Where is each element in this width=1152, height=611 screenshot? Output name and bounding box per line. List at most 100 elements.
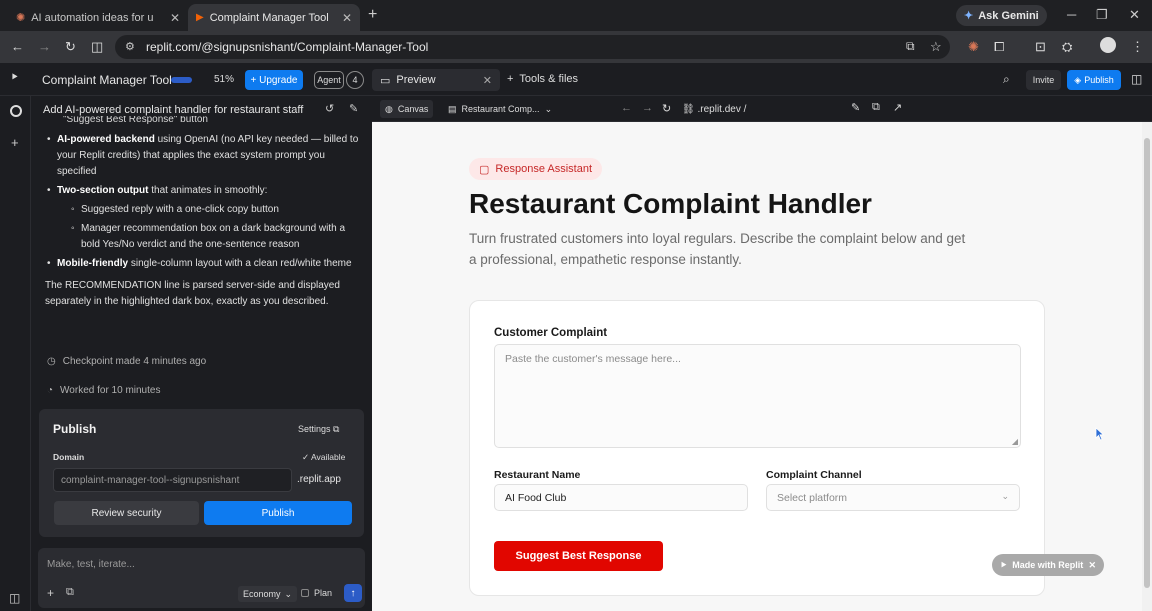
agent-task-title: Add AI-powered complaint handler for res… [43, 104, 304, 116]
forward-icon[interactable]: → [38, 39, 51, 54]
canvas-button[interactable]: ◍ Canvas [380, 100, 434, 118]
list-item: AI-powered backend using OpenAI (no API … [45, 132, 360, 180]
sidebar-toggle-icon[interactable]: ◫ [1131, 72, 1142, 86]
chevron-down-icon: ⌄ [544, 103, 553, 114]
history-icon[interactable]: ↺ [325, 102, 334, 115]
pill-label: Response Assistant [495, 163, 593, 175]
ask-gemini-button[interactable]: ✦ Ask Gemini [956, 5, 1047, 26]
preview-scrollbar[interactable] [1142, 122, 1152, 611]
bookmark-star-icon[interactable]: ☆ [930, 39, 942, 55]
agent-radio-icon[interactable] [10, 105, 22, 117]
add-icon[interactable]: + [11, 135, 19, 150]
domain-input[interactable]: complaint-manager-tool--signupsnishant [53, 468, 292, 492]
extensions-icon[interactable]: ⧠ [994, 39, 1004, 55]
agent-input[interactable]: Make, test, iterate... + ⧉ Economy ⌄ Pla… [38, 548, 365, 608]
back-icon[interactable]: ← [11, 39, 24, 54]
panel-toggle-icon[interactable]: ◫ [9, 591, 20, 605]
publish-header-button[interactable]: ◈ Publish [1067, 70, 1121, 90]
open-new-tab-icon[interactable]: ↗ [893, 101, 902, 114]
channel-label: Complaint Channel [766, 469, 862, 481]
mode-label: Economy [243, 589, 281, 599]
project-title[interactable]: Complaint Manager Tool [42, 73, 172, 87]
domain-suffix: .replit.app [297, 474, 341, 485]
search-icon[interactable]: ⌕ [1003, 72, 1010, 87]
agent-count-badge: 4 [346, 71, 364, 89]
complaint-textarea[interactable]: Paste the customer's message here... ◢ [494, 344, 1021, 448]
split-view-icon[interactable]: ◫ [91, 39, 103, 55]
agent-message: "Suggest Best Response" button AI-powere… [45, 116, 360, 310]
agent-badge[interactable]: Agent [314, 71, 344, 89]
attach-plus-icon[interactable]: + [47, 586, 54, 600]
canvas-toolbar: ◍ Canvas ▤ Restaurant Comp... ⌄ ← → ↻ ⛓ … [372, 96, 1152, 122]
publish-card: Publish Settings ⧉ Domain ✓ Available co… [39, 409, 364, 537]
clock-icon: ◷ [47, 356, 56, 367]
minimize-icon[interactable]: ─ [1067, 7, 1076, 22]
preview-url[interactable]: ⛓ .replit.dev / [682, 104, 746, 115]
plan-toggle[interactable]: Plan [301, 588, 332, 598]
suggest-response-button[interactable]: Suggest Best Response [494, 541, 663, 571]
agent-input-placeholder: Make, test, iterate... [47, 559, 135, 570]
wrench-icon[interactable]: ✎ [851, 101, 860, 114]
menu-kebab-icon[interactable]: ⋮ [1131, 39, 1144, 55]
response-assistant-pill: ▢ Response Assistant [469, 158, 603, 180]
worked-row[interactable]: ◔ Worked for 10 minutes [47, 385, 160, 396]
close-icon[interactable]: ✕ [1088, 560, 1096, 571]
cast-icon[interactable]: ⧉ [906, 39, 915, 54]
tab-title: Complaint Manager Tool - Repli [209, 11, 332, 24]
checkpoint-row[interactable]: ◷ Checkpoint made 4 minutes ago [47, 356, 206, 367]
made-with-label: Made with Replit [1012, 560, 1084, 570]
review-security-button[interactable]: Review security [54, 501, 199, 525]
reload-icon[interactable]: ↻ [662, 102, 671, 115]
address-bar-row: ← → ↻ ◫ ⚙ replit.com/@signupsnishant/Com… [0, 31, 1152, 63]
close-icon[interactable]: ✕ [170, 11, 180, 25]
maximize-icon[interactable]: ❐ [1096, 7, 1108, 23]
tab-preview[interactable]: ▭ Preview ✕ [372, 69, 500, 91]
site-settings-icon[interactable]: ⚙ [125, 40, 135, 53]
settings-label: Settings [298, 424, 331, 434]
page-subtitle: Turn frustrated customers into loyal reg… [469, 231, 966, 267]
plan-checkbox[interactable] [301, 589, 309, 597]
monitor-icon: ▭ [380, 74, 391, 87]
browser-tab[interactable]: ✺ AI automation ideas for underst ✕ [8, 4, 188, 31]
made-with-replit-badge[interactable]: ⯈ Made with Replit ✕ [992, 554, 1104, 576]
settings-link[interactable]: Settings ⧉ [298, 424, 339, 435]
app-preview: ▢ Response Assistant Restaurant Complain… [372, 122, 1142, 611]
chat-bubble-icon: ▢ [479, 163, 490, 176]
plan-label: Plan [314, 588, 333, 598]
canvas-label: Canvas [397, 104, 429, 114]
app-selector[interactable]: ▤ Restaurant Comp... ⌄ [443, 100, 557, 118]
tools-label: Tools & files [519, 73, 579, 85]
browser-tab-active[interactable]: ▶ Complaint Manager Tool - Repli ✕ [188, 4, 360, 31]
close-icon[interactable]: ✕ [483, 74, 492, 87]
channel-select[interactable]: Select platform ⌄ [766, 484, 1020, 511]
new-tab-icon[interactable]: + [368, 6, 377, 24]
publish-button[interactable]: Publish [204, 501, 352, 525]
tab-search-icon[interactable]: ⊡ [1035, 39, 1046, 55]
profile-avatar[interactable] [1100, 37, 1116, 53]
tools-files-button[interactable]: + Tools & files [507, 73, 578, 85]
window-close-icon[interactable]: ✕ [1129, 7, 1140, 23]
omnibox[interactable]: ⚙ replit.com/@signupsnishant/Complaint-M… [115, 35, 950, 59]
mode-select[interactable]: Economy ⌄ [238, 586, 298, 602]
forward-icon[interactable]: → [642, 102, 653, 114]
upgrade-button[interactable]: + Upgrade [245, 70, 303, 90]
new-chat-icon[interactable]: ✎ [349, 102, 358, 115]
restaurant-name-label: Restaurant Name [494, 469, 581, 481]
close-icon[interactable]: ✕ [342, 11, 352, 25]
truncated-line: "Suggest Best Response" button [63, 116, 208, 125]
claude-extension-icon[interactable]: ✺ [968, 39, 979, 55]
complaint-placeholder: Paste the customer's message here... [505, 353, 681, 365]
back-icon[interactable]: ← [621, 102, 632, 114]
send-button[interactable]: ↑ [344, 584, 362, 602]
page-title: Restaurant Complaint Handler [469, 188, 872, 219]
restaurant-name-input[interactable]: AI Food Club [494, 484, 748, 511]
reload-icon[interactable]: ↻ [65, 39, 76, 55]
scrollbar-thumb[interactable] [1144, 138, 1150, 588]
incognito-icon[interactable]: ⛭ [1062, 39, 1072, 55]
image-upload-icon[interactable]: ⧉ [66, 586, 74, 599]
resize-handle-icon[interactable]: ◢ [1012, 437, 1018, 446]
usage-percent: 51% [214, 74, 235, 85]
devices-icon[interactable]: ⧉ [872, 101, 880, 114]
invite-button[interactable]: Invite [1026, 70, 1061, 90]
replit-logo-icon[interactable]: ⯈ [10, 72, 19, 85]
